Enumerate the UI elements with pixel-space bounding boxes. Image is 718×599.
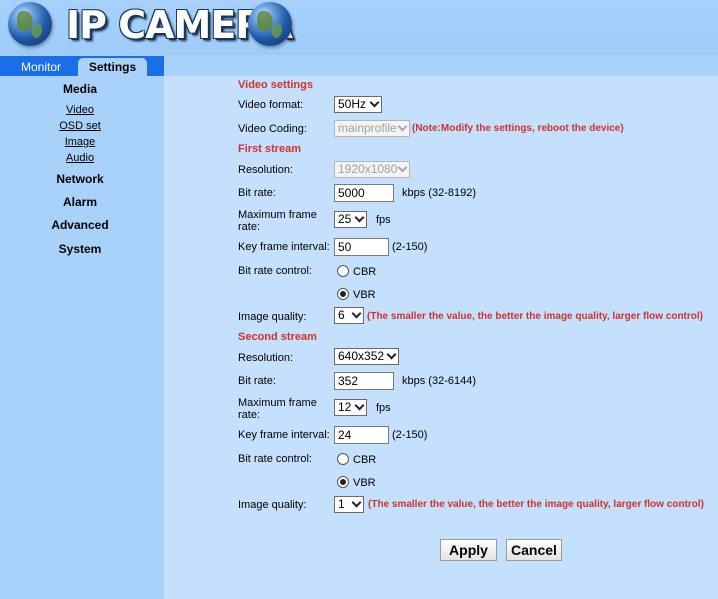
chevron-down-icon xyxy=(351,497,362,508)
section-second-stream: Second stream xyxy=(238,331,317,343)
second-resolution-value: 640x352 xyxy=(338,349,385,363)
first-resolution-value: 1920x1080 xyxy=(338,162,398,176)
second-keyframe-input[interactable]: 24 xyxy=(334,426,389,444)
chevron-down-icon xyxy=(386,349,397,360)
settings-panel: Video settings Video format: 50Hz Video … xyxy=(164,76,718,599)
first-quality-value: 6 xyxy=(338,308,345,322)
chevron-down-icon xyxy=(397,162,408,173)
first-vbr-label: VBR xyxy=(353,289,376,301)
sidebar-item-network[interactable]: Network xyxy=(0,172,160,186)
video-coding-value: mainprofile xyxy=(338,121,397,135)
second-quality-select[interactable]: 1 xyxy=(334,496,364,513)
first-vbr-radio[interactable] xyxy=(337,288,349,300)
second-resolution-select[interactable]: 640x352 xyxy=(334,348,399,365)
first-framerate-value: 25 xyxy=(338,212,352,226)
sidebar-item-image[interactable]: Image xyxy=(0,136,160,148)
sidebar-item-video[interactable]: Video xyxy=(0,104,160,116)
first-quality-label: Image quality: xyxy=(238,311,307,323)
tab-monitor[interactable]: Monitor xyxy=(6,58,76,76)
second-quality-note: (The smaller the value, the better the i… xyxy=(368,499,704,510)
top-tabbar: Monitor Settings xyxy=(0,56,164,76)
chevron-down-icon xyxy=(397,121,408,132)
second-cbr-radio[interactable] xyxy=(337,453,349,465)
header-banner: IP CAMERA xyxy=(0,0,718,55)
sidebar-item-system[interactable]: System xyxy=(0,242,160,256)
second-quality-label: Image quality: xyxy=(238,499,307,511)
sidebar: Media Video OSD set Image Audio Network … xyxy=(0,76,164,599)
first-keyframe-range: (2-150) xyxy=(392,241,428,253)
second-bitrate-input[interactable]: 352 xyxy=(334,372,394,390)
first-cbr-label: CBR xyxy=(353,266,377,278)
second-cbr-label: CBR xyxy=(353,454,377,466)
first-quality-note: (The smaller the value, the better the i… xyxy=(367,311,703,322)
sidebar-item-audio[interactable]: Audio xyxy=(0,152,160,164)
video-coding-note: (Note:Modify the settings, reboot the de… xyxy=(412,123,624,134)
section-first-stream: First stream xyxy=(238,143,301,155)
tab-settings[interactable]: Settings xyxy=(78,58,147,76)
second-framerate-select[interactable]: 12 xyxy=(334,399,367,416)
video-format-value: 50Hz xyxy=(338,97,367,111)
globe-icon xyxy=(8,2,52,46)
second-vbr-radio[interactable] xyxy=(337,476,349,488)
sidebar-item-alarm[interactable]: Alarm xyxy=(0,195,160,209)
sidebar-item-osd-set[interactable]: OSD set xyxy=(0,120,160,132)
second-framerate-label: Maximum frame rate: xyxy=(238,397,317,421)
first-keyframe-input[interactable]: 50 xyxy=(334,238,389,256)
chevron-down-icon xyxy=(369,97,380,108)
video-coding-label: Video Coding: xyxy=(238,123,307,135)
sidebar-item-advanced[interactable]: Advanced xyxy=(0,218,160,232)
first-bitrate-range: kbps (32-8192) xyxy=(402,187,476,199)
second-control-label: Bit rate control: xyxy=(238,453,312,465)
first-resolution-select: 1920x1080 xyxy=(334,161,410,178)
first-cbr-radio[interactable] xyxy=(337,265,349,277)
second-fps-unit: fps xyxy=(376,402,391,414)
first-quality-select[interactable]: 6 xyxy=(334,307,364,324)
chevron-down-icon xyxy=(354,212,365,223)
first-control-label: Bit rate control: xyxy=(238,265,312,277)
first-bitrate-input[interactable]: 5000 xyxy=(334,184,394,202)
globe-icon xyxy=(248,2,292,46)
second-framerate-value: 12 xyxy=(338,400,352,414)
chevron-down-icon xyxy=(351,308,362,319)
first-framerate-label: Maximum frame rate: xyxy=(238,209,317,233)
second-bitrate-range: kbps (32-6144) xyxy=(402,375,476,387)
video-coding-select: mainprofile xyxy=(334,120,410,137)
video-format-label: Video format: xyxy=(238,99,304,111)
first-framerate-select[interactable]: 25 xyxy=(334,211,367,228)
second-bitrate-label: Bit rate: xyxy=(238,375,276,387)
first-bitrate-label: Bit rate: xyxy=(238,187,276,199)
cancel-button[interactable]: Cancel xyxy=(506,539,562,561)
first-fps-unit: fps xyxy=(376,214,391,226)
second-resolution-label: Resolution: xyxy=(238,352,294,364)
section-video-settings: Video settings xyxy=(238,79,313,91)
second-quality-value: 1 xyxy=(338,497,345,511)
second-keyframe-range: (2-150) xyxy=(392,429,428,441)
first-keyframe-label: Key frame interval: xyxy=(238,241,330,253)
second-keyframe-label: Key frame interval: xyxy=(238,429,330,441)
first-resolution-label: Resolution: xyxy=(238,164,294,176)
sidebar-item-media[interactable]: Media xyxy=(0,82,160,96)
chevron-down-icon xyxy=(354,400,365,411)
apply-button[interactable]: Apply xyxy=(440,539,497,561)
second-vbr-label: VBR xyxy=(353,477,376,489)
video-format-select[interactable]: 50Hz xyxy=(334,96,382,113)
